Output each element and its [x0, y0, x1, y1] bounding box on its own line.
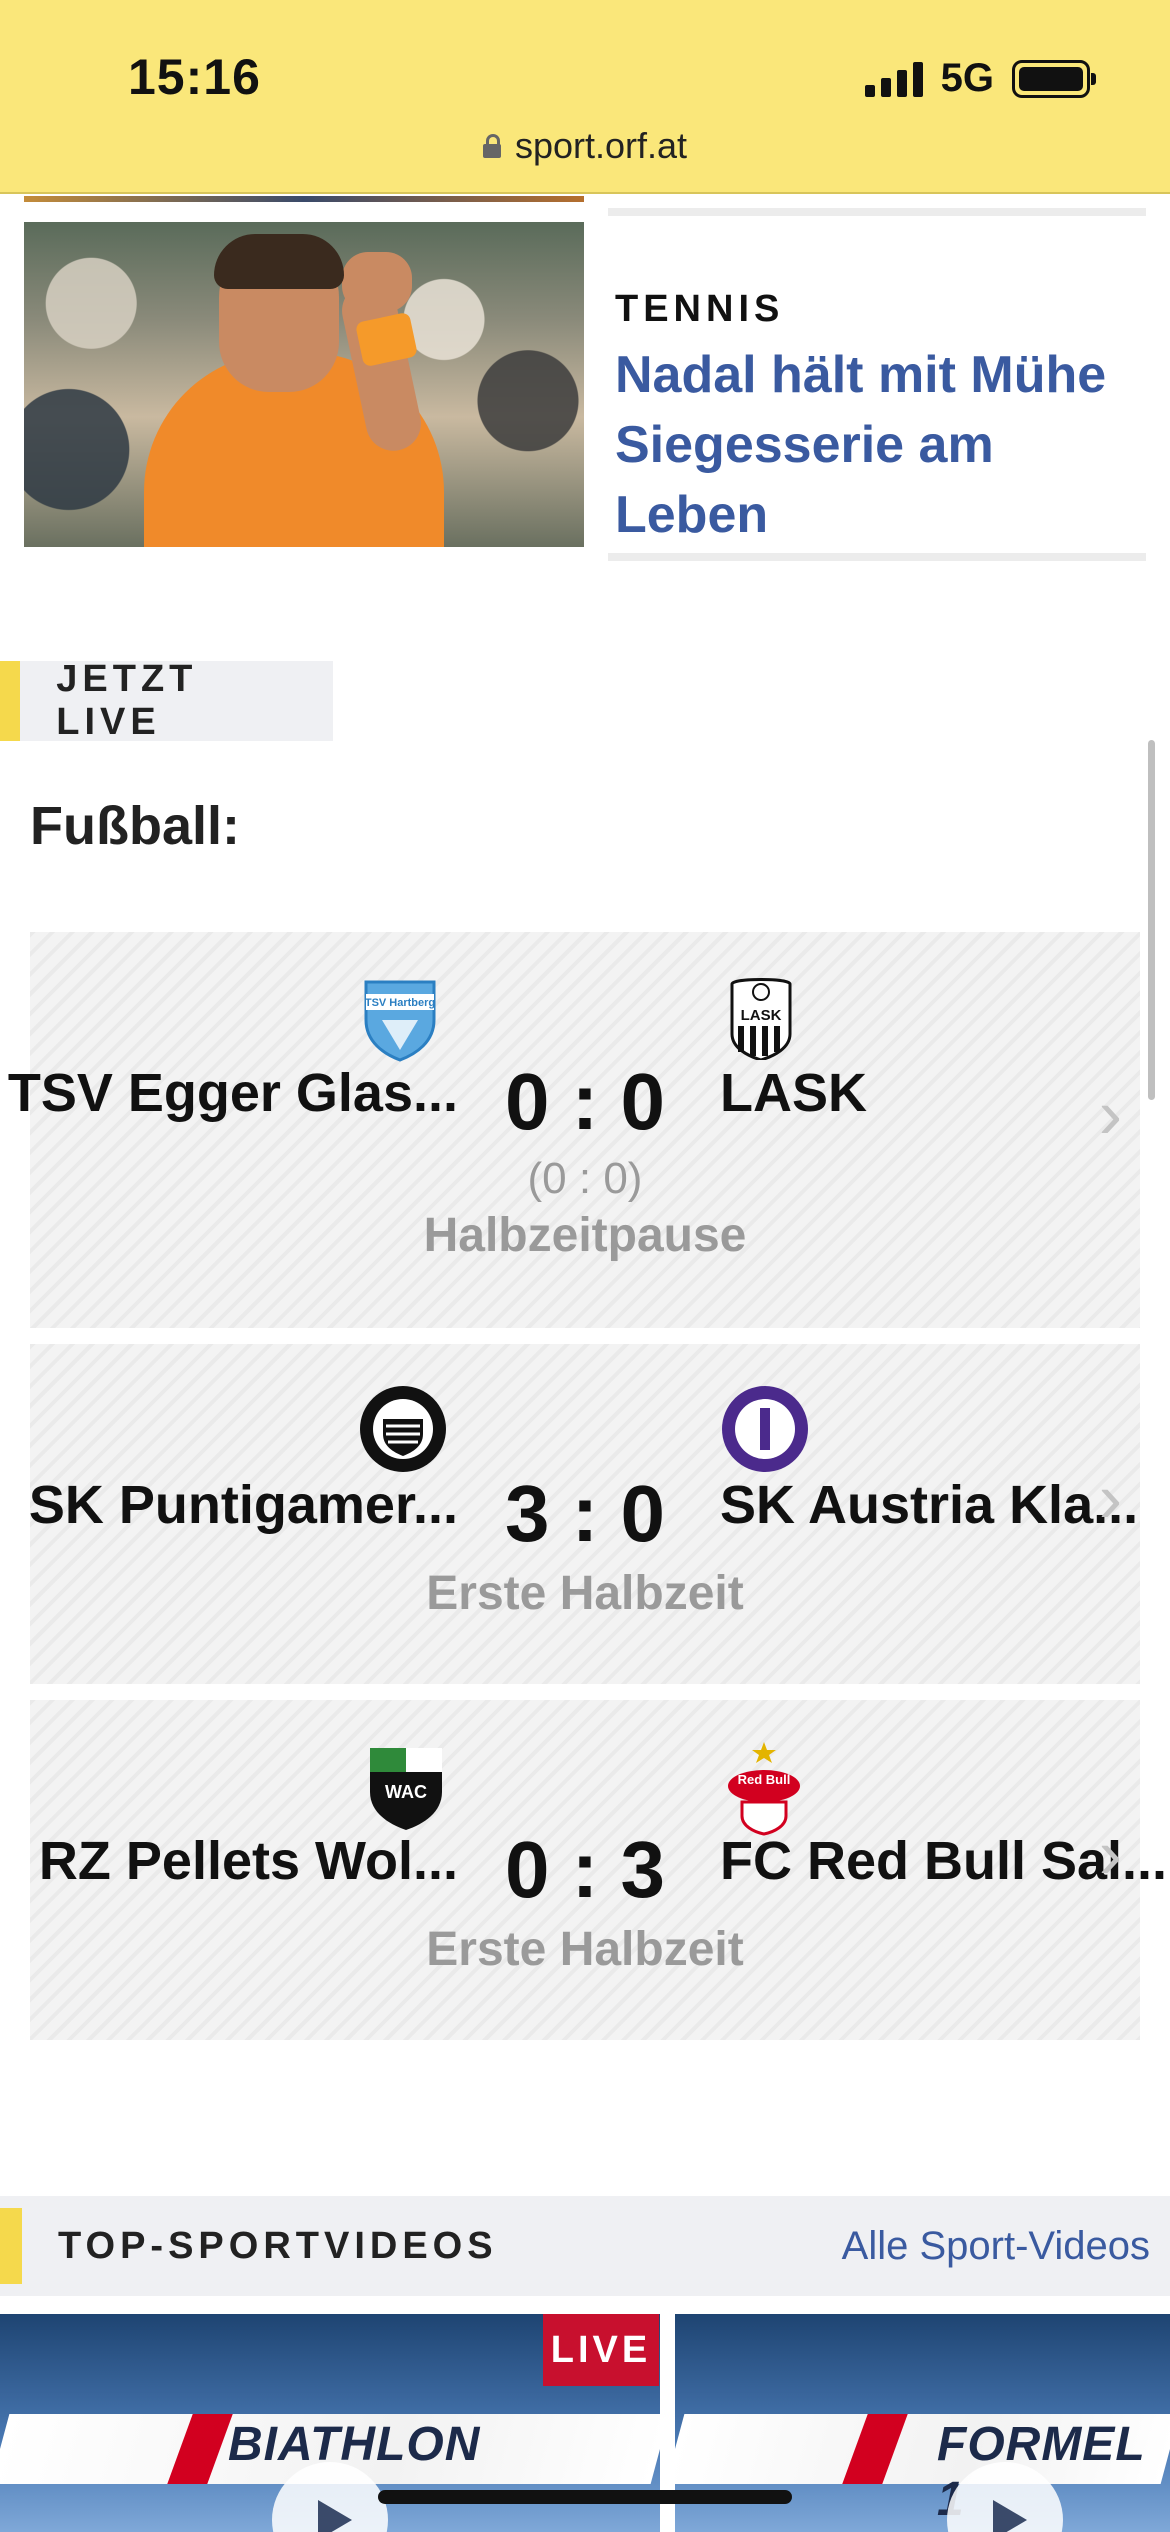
- chevron-right-icon: ›: [1098, 1815, 1122, 1893]
- divider: [608, 208, 1146, 216]
- red-bull-salzburg-logo-icon: Red Bull: [728, 1742, 800, 1836]
- all-sport-videos-link[interactable]: Alle Sport-Videos: [842, 2224, 1150, 2269]
- tsv-hartberg-logo-icon: TSV Hartberg: [364, 980, 436, 1062]
- section-accent-bar: [0, 661, 21, 741]
- article-headline-link[interactable]: Nadal hält mit Mühe Siegesserie am Leben: [615, 340, 1135, 550]
- match-card[interactable]: SK Puntigamer... 3 : 0 SK Austria Kla...…: [29, 1344, 1140, 1684]
- network-type: 5G: [940, 56, 994, 100]
- cellular-signal-icon: [864, 61, 923, 97]
- sturm-graz-logo-icon: [360, 1386, 446, 1472]
- chevron-right-icon: ›: [1098, 1075, 1122, 1153]
- match-score: 0 : 0: [504, 1057, 666, 1146]
- away-team-name: SK Austria Kla...: [720, 1475, 1139, 1535]
- divider: [608, 553, 1146, 561]
- lock-icon: [482, 134, 501, 158]
- battery-icon: [1012, 59, 1096, 98]
- previous-article-image[interactable]: [24, 196, 584, 202]
- scrollbar[interactable]: [1148, 740, 1155, 1100]
- status-icons: 5G: [864, 56, 1096, 101]
- section-title: JETZT LIVE: [56, 658, 198, 743]
- svg-text:TSV Hartberg: TSV Hartberg: [365, 997, 435, 1009]
- chevron-right-icon: ›: [1098, 1459, 1122, 1537]
- match-status: Erste Halbzeit: [426, 1567, 744, 1620]
- live-section-header: JETZT LIVE: [0, 658, 333, 743]
- live-badge: LIVE: [543, 2314, 659, 2386]
- sport-heading: Fußball:: [30, 796, 240, 856]
- url-bar[interactable]: sport.orf.at: [0, 125, 1170, 167]
- url-text: sport.orf.at: [514, 125, 688, 166]
- away-team-name: LASK: [720, 1063, 867, 1123]
- halftime-score: (0 : 0): [527, 1154, 643, 1203]
- article-category: TENNIS: [615, 288, 785, 330]
- home-indicator[interactable]: [378, 2490, 792, 2504]
- svg-text:LASK: LASK: [741, 1007, 782, 1024]
- videos-section-header: TOP-SPORTVIDEOS Alle Sport-Videos: [0, 2196, 1170, 2296]
- match-card[interactable]: WAC Red Bull RZ Pellets Wol... 0 : 3 FC …: [30, 1700, 1167, 2040]
- wac-logo-icon: WAC: [370, 1748, 442, 1830]
- match-status: Halbzeitpause: [423, 1209, 747, 1262]
- section-title: TOP-SPORTVIDEOS: [58, 2224, 498, 2267]
- austria-klagenfurt-logo-icon: [722, 1386, 808, 1472]
- article-image-nadal[interactable]: [24, 222, 584, 547]
- svg-text:Red Bull: Red Bull: [738, 1772, 791, 1787]
- section-accent-bar: [0, 2208, 22, 2284]
- match-status: Erste Halbzeit: [426, 1923, 744, 1976]
- match-card[interactable]: TSV Hartberg LASK TSV Egger Glas... 0 : …: [8, 932, 1140, 1328]
- status-time: 15:16: [128, 49, 261, 105]
- lask-logo-icon: LASK: [730, 978, 792, 1060]
- video-label: BIATHLON: [228, 2418, 481, 2471]
- svg-text:WAC: WAC: [385, 1782, 427, 1802]
- browser-top-bar: 15:16 5G sport.orf.at: [0, 0, 1170, 194]
